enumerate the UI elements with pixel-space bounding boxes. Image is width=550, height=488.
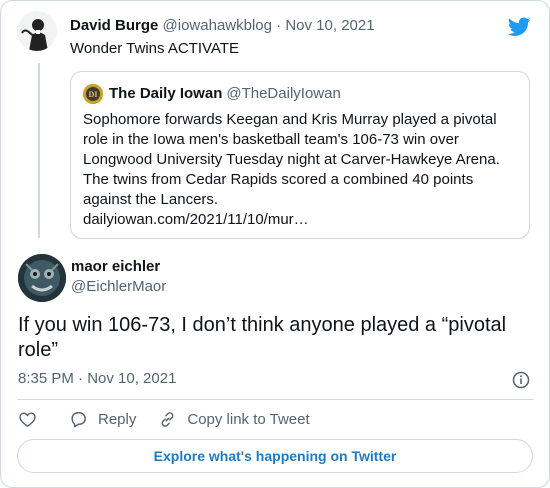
parent-tweet-header: David Burge @iowahawkblog · Nov 10, 2021	[70, 16, 375, 36]
reply-button[interactable]: Reply	[69, 410, 136, 429]
quoted-author-name[interactable]: The Daily Iowan	[109, 84, 222, 104]
main-author-avatar[interactable]	[18, 254, 66, 302]
quoted-tweet[interactable]: DI The Daily Iowan @TheDailyIowan Sophom…	[70, 71, 530, 239]
explore-twitter-button[interactable]: Explore what's happening on Twitter	[17, 439, 533, 473]
tweet-timestamp[interactable]: 8:35 PM · Nov 10, 2021	[18, 369, 176, 389]
header-separator: ·	[276, 17, 282, 34]
twitter-bird-icon[interactable]	[508, 17, 531, 37]
quoted-avatar-initials: DI	[89, 90, 98, 99]
parent-tweet-date[interactable]: Nov 10, 2021	[285, 17, 374, 34]
quoted-text-line: The twins from Cedar Rapids scored a com…	[83, 171, 474, 188]
parent-author-handle[interactable]: @iowahawkblog	[163, 17, 272, 34]
main-text-line: If you win 106-73, I don’t think anyone …	[18, 314, 507, 336]
parent-tweet-text: Wonder Twins ACTIVATE	[70, 40, 239, 57]
quoted-link[interactable]: dailyiowan.com/2021/11/10/mur…	[83, 210, 523, 230]
main-tweet-text: If you win 106-73, I don’t think anyone …	[18, 313, 528, 363]
quoted-text-line: role in the Iowa men's basketball team's…	[83, 131, 459, 148]
quoted-tweet-text: Sophomore forwards Keegan and Kris Murra…	[83, 110, 523, 230]
embedded-tweet-card: David Burge @iowahawkblog · Nov 10, 2021…	[0, 0, 550, 488]
like-button[interactable]	[18, 410, 47, 429]
copy-link-button[interactable]: Copy link to Tweet	[158, 410, 310, 429]
info-icon[interactable]	[512, 371, 530, 389]
thread-line	[38, 63, 40, 238]
main-text-line: role”	[18, 339, 59, 361]
parent-author-avatar[interactable]	[17, 11, 57, 51]
reply-icon	[71, 411, 86, 427]
main-author-handle[interactable]: @EichlerMaor	[71, 277, 166, 297]
quoted-text-line: Longwood University Tuesday night at Car…	[83, 151, 500, 168]
quoted-text-line: Sophomore forwards Keegan and Kris Murra…	[83, 111, 497, 128]
parent-author-name[interactable]: David Burge	[70, 17, 158, 34]
divider	[17, 399, 533, 400]
parent-tweet[interactable]: David Burge @iowahawkblog · Nov 10, 2021…	[1, 1, 549, 251]
heart-icon	[19, 411, 36, 427]
reply-label: Reply	[98, 410, 137, 428]
quoted-author-avatar[interactable]: DI	[83, 84, 103, 104]
copy-link-label: Copy link to Tweet	[187, 410, 310, 428]
link-icon	[161, 411, 174, 427]
quoted-author-handle[interactable]: @TheDailyIowan	[226, 84, 340, 104]
main-author-name[interactable]: maor eichler	[71, 257, 160, 277]
tweet-actions: Reply Copy link to Tweet	[18, 407, 332, 431]
quoted-tweet-header: DI The Daily Iowan @TheDailyIowan	[83, 84, 341, 104]
quoted-text-line: against the Lancers.	[83, 191, 219, 208]
